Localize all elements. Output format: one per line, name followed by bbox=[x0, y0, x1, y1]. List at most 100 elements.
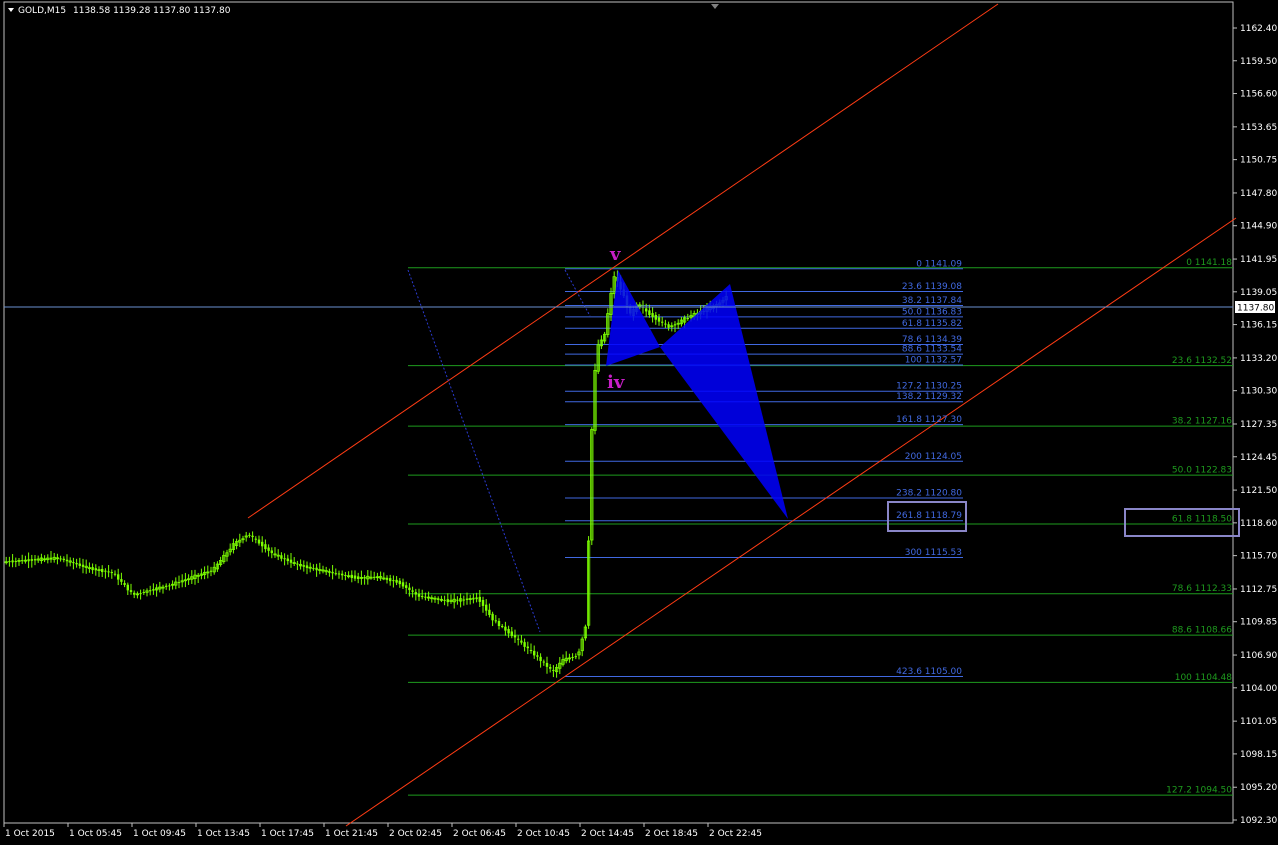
candle-body-bear bbox=[123, 583, 126, 585]
candle-body-bear bbox=[437, 598, 440, 600]
price-axis-label: 1136.15 bbox=[1240, 321, 1277, 331]
ohlc-values: 1138.58 1139.28 1137.80 1137.80 bbox=[73, 6, 231, 16]
fib-green-level-label: 100 1104.48 bbox=[1175, 673, 1233, 683]
fib-green-level-label: 88.6 1108.66 bbox=[1172, 626, 1232, 636]
candle-body-bear bbox=[165, 585, 168, 587]
candle-body-bear bbox=[523, 642, 526, 647]
candle-body-bear bbox=[139, 593, 142, 595]
fib-blue-level-label: 127.2 1130.25 bbox=[896, 382, 962, 392]
fib-green-level-label: 127.2 1094.50 bbox=[1166, 786, 1232, 796]
fib-green-level-label: 0 1141.18 bbox=[1186, 258, 1232, 268]
candle-body-bear bbox=[501, 626, 504, 628]
candle-body-bear bbox=[488, 609, 491, 615]
candle-body-bear bbox=[673, 324, 677, 326]
candle-body-bear bbox=[334, 573, 337, 575]
candle-body-bear bbox=[267, 547, 270, 551]
candle-body-bear bbox=[494, 620, 497, 622]
candle-body-bear bbox=[296, 563, 299, 565]
candle-body-bear bbox=[65, 559, 69, 562]
candle-body-bear bbox=[385, 577, 389, 580]
fib-green-level-label: 61.8 1118.50 bbox=[1172, 514, 1232, 524]
candle-body-bear bbox=[328, 570, 331, 573]
candle-body-bear bbox=[91, 567, 94, 571]
candle-body-bear bbox=[533, 650, 536, 656]
candle-body-bear bbox=[574, 656, 577, 658]
candle-body-bear bbox=[312, 568, 315, 570]
candle-body-bear bbox=[414, 592, 417, 595]
candle-body-bear bbox=[664, 323, 667, 325]
candle-body-bear bbox=[75, 563, 78, 565]
price-axis-label: 1162.40 bbox=[1240, 24, 1277, 34]
candle-body-bear bbox=[542, 661, 545, 663]
candle-body-bear bbox=[405, 585, 408, 588]
candle-body-bear bbox=[81, 564, 85, 567]
candle-body-bear bbox=[485, 604, 488, 611]
price-axis-label: 1101.05 bbox=[1240, 717, 1277, 727]
candle-body-bear bbox=[289, 559, 293, 563]
fib-green-level-label: 23.6 1132.52 bbox=[1172, 356, 1232, 366]
fib-blue-level-label: 38.2 1137.84 bbox=[902, 296, 962, 306]
candle-body-bear bbox=[686, 317, 689, 319]
fib-green-level-label: 78.6 1112.33 bbox=[1172, 584, 1232, 594]
candle-body-bear bbox=[33, 559, 37, 561]
time-axis-label: 2 Oct 22:45 bbox=[709, 829, 762, 839]
candle-body-bear bbox=[526, 646, 529, 649]
price-axis-label: 1139.05 bbox=[1240, 288, 1277, 298]
fib-blue-level-label: 78.6 1134.39 bbox=[902, 335, 962, 345]
candle-body-bear bbox=[305, 565, 309, 569]
candle-body-bear bbox=[270, 550, 273, 554]
candle-body-bear bbox=[536, 655, 539, 657]
candle-body-bear bbox=[149, 590, 152, 592]
price-axis-label: 1130.30 bbox=[1240, 387, 1277, 397]
candle-body-bear bbox=[302, 565, 305, 567]
fib-blue-level-label: 0 1141.09 bbox=[916, 259, 962, 269]
candle-body-bear bbox=[389, 578, 392, 582]
price-axis-label: 1156.60 bbox=[1240, 90, 1277, 100]
price-axis-label: 1153.65 bbox=[1240, 123, 1277, 133]
candle-body-bear bbox=[398, 580, 401, 585]
fib-blue-level-label: 138.2 1129.32 bbox=[896, 392, 962, 402]
candle-body-bear bbox=[126, 584, 129, 591]
candle-body-bear bbox=[11, 560, 14, 563]
candle-body-bear bbox=[21, 560, 24, 562]
candle-body-bear bbox=[417, 593, 421, 597]
time-axis-label: 2 Oct 18:45 bbox=[645, 829, 698, 839]
candle-body-bear bbox=[120, 579, 123, 582]
time-axis-label: 1 Oct 2015 bbox=[5, 829, 55, 839]
fib-blue-level-label: 300 1115.53 bbox=[905, 548, 962, 558]
candle-body-bear bbox=[571, 656, 574, 658]
candle-body-bear bbox=[59, 558, 62, 560]
candle-body-bear bbox=[257, 539, 261, 544]
candle-body-bear bbox=[654, 314, 657, 320]
candle-body-bear bbox=[456, 599, 459, 601]
candle-body-bear bbox=[443, 599, 446, 601]
time-axis-label: 2 Oct 06:45 bbox=[453, 829, 506, 839]
candle-body-bear bbox=[251, 535, 254, 538]
candle-body-bear bbox=[661, 321, 664, 323]
candle-body-bear bbox=[261, 541, 264, 547]
price-axis-label: 1112.75 bbox=[1240, 585, 1277, 595]
time-axis-label: 1 Oct 13:45 bbox=[197, 829, 250, 839]
candle-body-bear bbox=[491, 613, 494, 621]
candle-body-bear bbox=[129, 590, 133, 592]
candle-body-bear bbox=[283, 558, 286, 560]
fib-blue-level-label: 88.6 1133.54 bbox=[902, 345, 962, 355]
candle-body-bear bbox=[117, 574, 120, 580]
fib-blue-level-label: 50.0 1136.83 bbox=[902, 307, 962, 317]
candle-body-bear bbox=[363, 576, 366, 579]
price-axis-label: 1133.20 bbox=[1240, 354, 1277, 364]
chart-background bbox=[0, 0, 1278, 845]
wave-label-v: v bbox=[609, 244, 621, 265]
price-axis-label: 1127.35 bbox=[1240, 420, 1277, 430]
price-axis-label: 1106.90 bbox=[1240, 651, 1277, 661]
fib-blue-level-label: 261.8 1118.79 bbox=[896, 511, 962, 521]
candle-body-bear bbox=[104, 570, 107, 572]
chart-window[interactable]: 0 1141.18 23.6 1132.52 38.2 1127.16 50.0 11… bbox=[0, 0, 1278, 845]
candle-body-bear bbox=[373, 576, 376, 578]
candle-body-bear bbox=[168, 585, 171, 587]
candle-body-bear bbox=[337, 573, 341, 575]
time-axis-label: 2 Oct 10:45 bbox=[517, 829, 570, 839]
price-axis-label: 1121.50 bbox=[1240, 486, 1277, 496]
candle-body-bear bbox=[667, 324, 670, 328]
candle-body-bear bbox=[264, 544, 267, 550]
